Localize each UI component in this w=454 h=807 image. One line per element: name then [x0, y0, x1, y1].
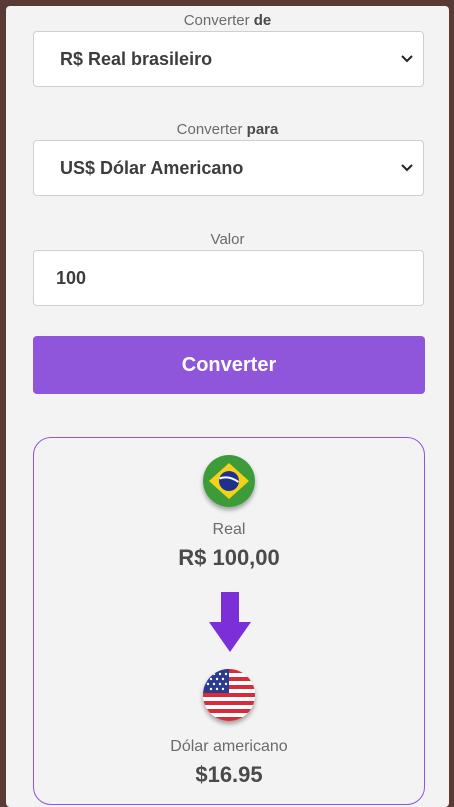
- amount-input[interactable]: 100: [33, 250, 424, 306]
- converter-card: Converter de R$ Real brasileiro Converte…: [6, 6, 449, 807]
- from-currency-label: Converter de: [183, 12, 272, 29]
- convert-button[interactable]: Converter: [33, 336, 425, 394]
- to-currency-select[interactable]: US$ Dólar Americano: [33, 140, 424, 196]
- to-currency-value: US$ Dólar Americano: [60, 157, 244, 178]
- source-amount: R$ 100,00: [178, 545, 280, 570]
- chevron-down-icon: [401, 164, 413, 172]
- to-currency-label: Converter para: [176, 121, 279, 138]
- result-panel: Real R$ 100,00 Dólar americano $16.95: [33, 437, 425, 805]
- brazil-flag-icon: [203, 455, 255, 507]
- source-currency-name: Real: [212, 521, 246, 538]
- amount-value: 100: [56, 267, 87, 288]
- amount-label: Valor: [210, 231, 245, 248]
- chevron-down-icon: [401, 55, 413, 63]
- from-currency-select[interactable]: R$ Real brasileiro: [33, 31, 424, 87]
- target-currency-name: Dólar americano: [170, 738, 288, 755]
- arrow-down-icon: [209, 592, 251, 652]
- from-currency-value: R$ Real brasileiro: [60, 48, 213, 69]
- target-amount: $16.95: [195, 762, 263, 787]
- usa-flag-icon: [203, 669, 255, 721]
